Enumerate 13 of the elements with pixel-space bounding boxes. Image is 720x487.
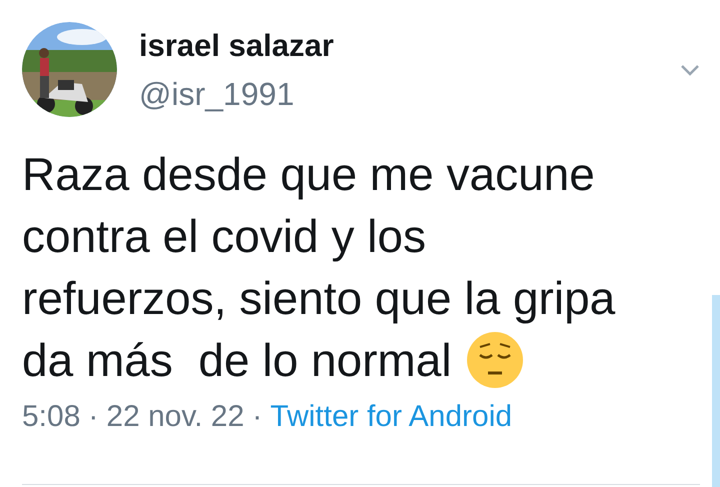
- separator-dot: ·: [88, 399, 98, 435]
- tweet-text-line: contra el covid y los: [22, 209, 426, 264]
- user-handle: @isr_1991: [139, 76, 296, 112]
- source-link[interactable]: Twitter for Android: [270, 399, 512, 435]
- tweet-text-line: da más de lo normal: [22, 333, 452, 388]
- tweet-time: 5:08: [22, 399, 80, 435]
- pensive-face-icon: [466, 331, 524, 389]
- separator-dot: ·: [252, 399, 262, 435]
- chevron-down-icon[interactable]: [680, 64, 700, 76]
- tweet-date: 22 nov. 22: [106, 399, 244, 435]
- display-name: israel salazar: [139, 28, 335, 64]
- tweet-text-line: Raza desde que me vacune: [22, 147, 595, 202]
- tweet-text-line: refuerzos, siento que la gripa: [22, 271, 616, 326]
